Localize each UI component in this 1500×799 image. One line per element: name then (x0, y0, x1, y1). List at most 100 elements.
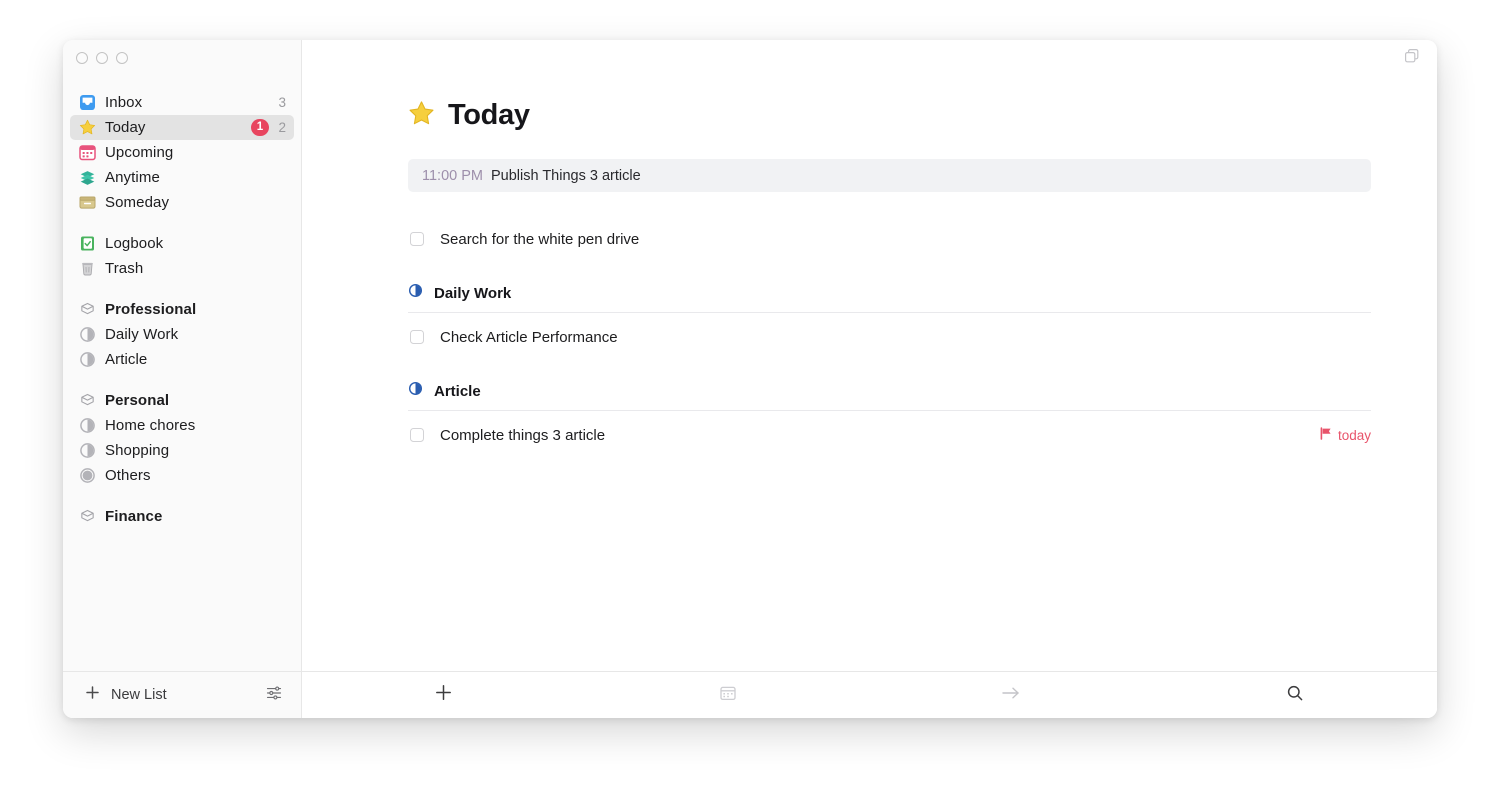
sidebar-nav-list: Inbox 3 Today 1 2 Up (63, 77, 301, 671)
project-progress-icon (408, 283, 423, 303)
scheduled-time: 11:00 PM (422, 168, 483, 184)
scheduled-title: Publish Things 3 article (491, 168, 641, 184)
sidebar-item-label: Logbook (105, 235, 163, 252)
sidebar-item-article[interactable]: Article (70, 347, 294, 372)
sidebar-item-label: Home chores (105, 417, 195, 434)
project-progress-icon (79, 442, 96, 459)
trash-icon (79, 260, 96, 277)
sidebar-item-upcoming[interactable]: Upcoming (70, 140, 294, 165)
task-row[interactable]: Search for the white pen drive (408, 225, 1371, 253)
sidebar-footer: New List (63, 671, 301, 718)
sidebar-item-label: Others (105, 467, 151, 484)
archive-box-icon (79, 194, 96, 211)
group-header[interactable]: Article (408, 381, 1371, 411)
sidebar-item-professional[interactable]: Professional (70, 297, 294, 322)
inbox-tray-icon (79, 94, 96, 111)
sidebar-item-label: Professional (105, 301, 196, 318)
bottom-toolbar (302, 671, 1437, 718)
search-icon (1286, 684, 1304, 707)
sidebar-item-label: Finance (105, 508, 162, 525)
task-deadline-label: today (1338, 428, 1371, 443)
task-title: Complete things 3 article (440, 427, 605, 444)
group-name: Article (434, 383, 481, 400)
sidebar-item-logbook[interactable]: Logbook (70, 231, 294, 256)
sidebar-item-inbox[interactable]: Inbox 3 (70, 90, 294, 115)
close-button[interactable] (76, 52, 88, 64)
sidebar-group-personal: Personal Home chores Shopping (63, 388, 301, 488)
sidebar-item-label: Shopping (105, 442, 169, 459)
copy-windows-icon[interactable] (1403, 47, 1421, 70)
sidebar-item-label: Personal (105, 392, 169, 409)
sidebar-group-finance: Finance (63, 504, 301, 529)
task-group-daily-work: Daily Work Check Article Performance (408, 283, 1371, 351)
calendar-icon (79, 144, 96, 161)
sidebar-item-trash[interactable]: Trash (70, 256, 294, 281)
sidebar-item-personal[interactable]: Personal (70, 388, 294, 413)
project-progress-icon (79, 417, 96, 434)
sidebar-item-label: Article (105, 351, 147, 368)
star-icon (408, 100, 435, 132)
plus-icon (85, 685, 100, 705)
window-traffic-lights (63, 40, 301, 77)
new-list-button[interactable]: New List (85, 685, 167, 705)
layers-icon (79, 169, 96, 186)
arrow-right-icon (1000, 684, 1022, 707)
sidebar-item-count: 2 (276, 120, 286, 135)
sidebar-item-label: Trash (105, 260, 143, 277)
minimize-button[interactable] (96, 52, 108, 64)
group-name: Daily Work (434, 285, 511, 302)
sliders-icon[interactable] (265, 684, 283, 707)
logbook-check-icon (79, 235, 96, 252)
zoom-button[interactable] (116, 52, 128, 64)
sidebar-item-today[interactable]: Today 1 2 (70, 115, 294, 140)
sidebar-group: Logbook Trash (63, 231, 301, 281)
sidebar: Inbox 3 Today 1 2 Up (63, 40, 302, 718)
sidebar-group-professional: Professional Daily Work Article (63, 297, 301, 372)
star-icon (79, 119, 96, 136)
project-progress-icon (79, 326, 96, 343)
move-button[interactable] (870, 672, 1154, 718)
main-content: Today 11:00 PM Publish Things 3 article … (302, 40, 1437, 718)
new-todo-button[interactable] (302, 672, 586, 718)
sidebar-item-label: Someday (105, 194, 169, 211)
flag-icon (1320, 427, 1332, 443)
area-hexagon-icon (79, 508, 96, 525)
project-progress-icon (79, 351, 96, 368)
search-button[interactable] (1153, 672, 1437, 718)
area-hexagon-icon (79, 392, 96, 409)
calendar-icon (719, 684, 737, 707)
sidebar-group: Inbox 3 Today 1 2 Up (63, 90, 301, 215)
page-header: Today (408, 99, 1371, 132)
things-app-window: Inbox 3 Today 1 2 Up (63, 40, 1437, 718)
sidebar-item-label: Anytime (105, 169, 160, 186)
sidebar-item-anytime[interactable]: Anytime (70, 165, 294, 190)
new-list-label: New List (111, 687, 167, 703)
scheduled-item-row[interactable]: 11:00 PM Publish Things 3 article (408, 159, 1371, 192)
sidebar-item-someday[interactable]: Someday (70, 190, 294, 215)
sidebar-item-shopping[interactable]: Shopping (70, 438, 294, 463)
task-deadline[interactable]: today (1320, 427, 1371, 443)
task-group-article: Article Complete things 3 article today (408, 381, 1371, 449)
sidebar-item-daily-work[interactable]: Daily Work (70, 322, 294, 347)
task-row[interactable]: Complete things 3 article today (408, 421, 1371, 449)
area-hexagon-icon (79, 301, 96, 318)
task-checkbox[interactable] (410, 330, 424, 344)
task-checkbox[interactable] (410, 428, 424, 442)
project-progress-icon (408, 381, 423, 401)
sidebar-item-count: 3 (276, 95, 286, 110)
schedule-button[interactable] (586, 672, 870, 718)
content-topbar (302, 40, 1437, 77)
task-title: Check Article Performance (440, 329, 618, 346)
task-title: Search for the white pen drive (440, 231, 639, 248)
page-title: Today (448, 99, 530, 132)
task-row[interactable]: Check Article Performance (408, 323, 1371, 351)
sidebar-item-badge: 1 (251, 119, 269, 136)
task-checkbox[interactable] (410, 232, 424, 246)
sidebar-item-finance[interactable]: Finance (70, 504, 294, 529)
project-complete-icon (79, 467, 96, 484)
group-header[interactable]: Daily Work (408, 283, 1371, 313)
sidebar-item-label: Inbox (105, 94, 142, 111)
sidebar-item-label: Daily Work (105, 326, 178, 343)
sidebar-item-others[interactable]: Others (70, 463, 294, 488)
sidebar-item-home-chores[interactable]: Home chores (70, 413, 294, 438)
